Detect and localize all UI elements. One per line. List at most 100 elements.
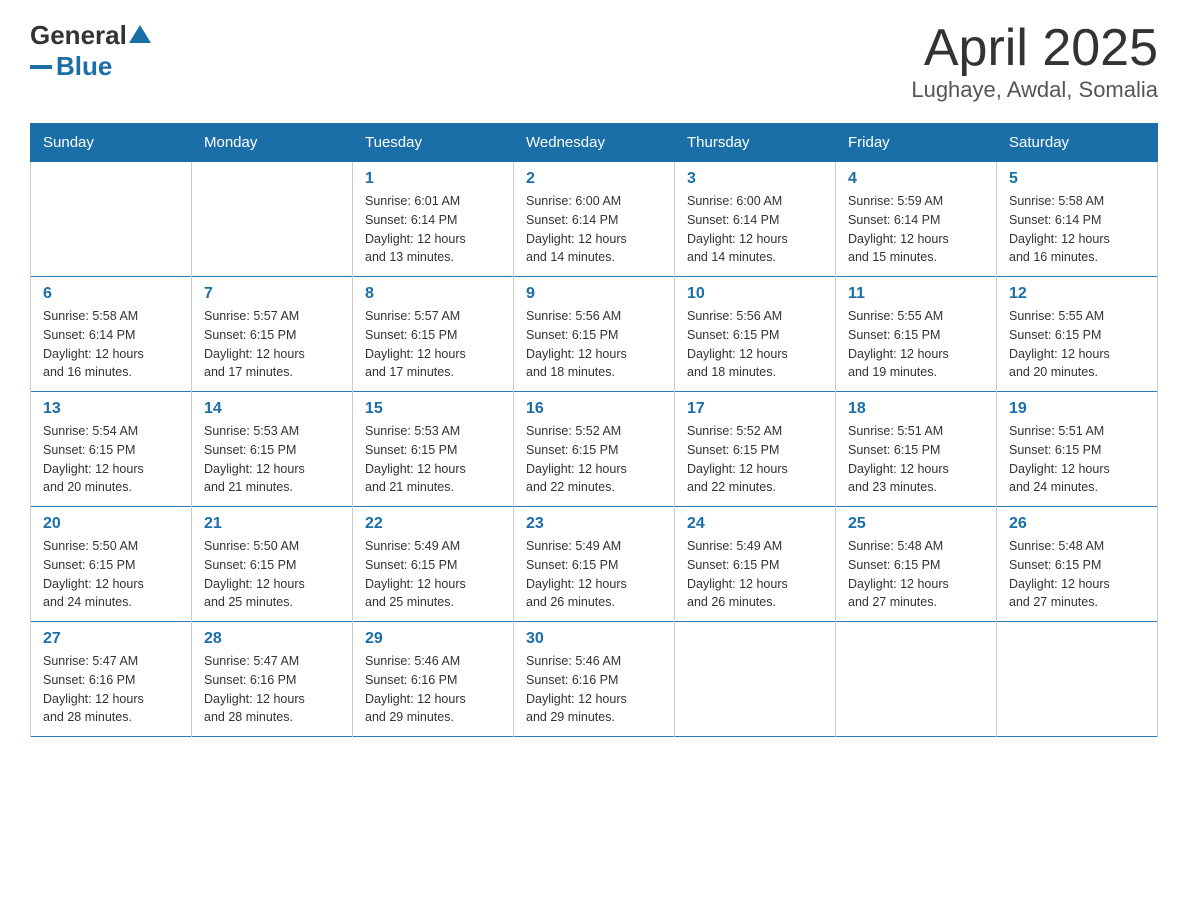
day-info: Sunrise: 5:55 AM Sunset: 6:15 PM Dayligh… xyxy=(1009,307,1145,382)
day-info: Sunrise: 6:01 AM Sunset: 6:14 PM Dayligh… xyxy=(365,192,501,267)
title-block: April 2025 Lughaye, Awdal, Somalia xyxy=(911,20,1158,103)
day-number: 11 xyxy=(848,285,984,303)
calendar-day-cell: 4 Sunrise: 5:59 AM Sunset: 6:14 PM Daylig… xyxy=(836,162,997,277)
day-info: Sunrise: 5:51 AM Sunset: 6:15 PM Dayligh… xyxy=(1009,422,1145,497)
day-number: 26 xyxy=(1009,515,1145,533)
day-info: Sunrise: 5:53 AM Sunset: 6:15 PM Dayligh… xyxy=(365,422,501,497)
calendar-day-cell: 7 Sunrise: 5:57 AM Sunset: 6:15 PM Daylig… xyxy=(192,277,353,392)
day-number: 15 xyxy=(365,400,501,418)
day-of-week-header: Thursday xyxy=(675,124,836,162)
day-number: 9 xyxy=(526,285,662,303)
calendar-header-row: SundayMondayTuesdayWednesdayThursdayFrid… xyxy=(31,124,1158,162)
day-number: 7 xyxy=(204,285,340,303)
day-number: 4 xyxy=(848,170,984,188)
calendar-day-cell: 16 Sunrise: 5:52 AM Sunset: 6:15 PM Dayli… xyxy=(514,392,675,507)
calendar-day-cell: 14 Sunrise: 5:53 AM Sunset: 6:15 PM Dayli… xyxy=(192,392,353,507)
day-number: 5 xyxy=(1009,170,1145,188)
calendar-day-cell: 20Sunrise: 5:50 AM Sunset: 6:15 PM Dayli… xyxy=(31,507,192,622)
day-info: Sunrise: 5:47 AM Sunset: 6:16 PM Dayligh… xyxy=(204,652,340,727)
day-info: Sunrise: 5:49 AM Sunset: 6:15 PM Dayligh… xyxy=(526,537,662,612)
calendar-day-cell: 3 Sunrise: 6:00 AM Sunset: 6:14 PM Daylig… xyxy=(675,162,836,277)
logo-general-text: General xyxy=(30,20,127,51)
day-of-week-header: Friday xyxy=(836,124,997,162)
calendar-table: SundayMondayTuesdayWednesdayThursdayFrid… xyxy=(30,123,1158,737)
calendar-day-cell: 10 Sunrise: 5:56 AM Sunset: 6:15 PM Dayli… xyxy=(675,277,836,392)
day-info: Sunrise: 5:49 AM Sunset: 6:15 PM Dayligh… xyxy=(687,537,823,612)
calendar-day-cell: 2Sunrise: 6:00 AM Sunset: 6:14 PM Daylig… xyxy=(514,162,675,277)
day-info: Sunrise: 5:56 AM Sunset: 6:15 PM Dayligh… xyxy=(687,307,823,382)
day-number: 3 xyxy=(687,170,823,188)
day-info: Sunrise: 6:00 AM Sunset: 6:14 PM Dayligh… xyxy=(526,192,662,267)
calendar-day-cell: 12 Sunrise: 5:55 AM Sunset: 6:15 PM Dayli… xyxy=(997,277,1158,392)
day-number: 17 xyxy=(687,400,823,418)
day-number: 22 xyxy=(365,515,501,533)
day-number: 29 xyxy=(365,630,501,648)
day-info: Sunrise: 5:52 AM Sunset: 6:15 PM Dayligh… xyxy=(526,422,662,497)
day-of-week-header: Wednesday xyxy=(514,124,675,162)
day-info: Sunrise: 5:54 AM Sunset: 6:15 PM Dayligh… xyxy=(43,422,179,497)
day-of-week-header: Tuesday xyxy=(353,124,514,162)
calendar-day-cell xyxy=(192,162,353,277)
day-of-week-header: Sunday xyxy=(31,124,192,162)
day-number: 13 xyxy=(43,400,179,418)
calendar-day-cell: 8Sunrise: 5:57 AM Sunset: 6:15 PM Daylig… xyxy=(353,277,514,392)
calendar-day-cell: 17Sunrise: 5:52 AM Sunset: 6:15 PM Dayli… xyxy=(675,392,836,507)
calendar-day-cell: 15 Sunrise: 5:53 AM Sunset: 6:15 PM Dayli… xyxy=(353,392,514,507)
calendar-day-cell xyxy=(31,162,192,277)
day-info: Sunrise: 5:50 AM Sunset: 6:15 PM Dayligh… xyxy=(204,537,340,612)
calendar-day-cell: 26 Sunrise: 5:48 AM Sunset: 6:15 PM Dayli… xyxy=(997,507,1158,622)
calendar-day-cell: 13 Sunrise: 5:54 AM Sunset: 6:15 PM Dayli… xyxy=(31,392,192,507)
logo-triangle-icon xyxy=(129,25,151,43)
day-info: Sunrise: 5:57 AM Sunset: 6:15 PM Dayligh… xyxy=(204,307,340,382)
day-info: Sunrise: 5:46 AM Sunset: 6:16 PM Dayligh… xyxy=(526,652,662,727)
day-of-week-header: Monday xyxy=(192,124,353,162)
day-number: 14 xyxy=(204,400,340,418)
calendar-day-cell: 23 Sunrise: 5:49 AM Sunset: 6:15 PM Dayli… xyxy=(514,507,675,622)
day-info: Sunrise: 5:51 AM Sunset: 6:15 PM Dayligh… xyxy=(848,422,984,497)
calendar-day-cell xyxy=(675,622,836,737)
calendar-day-cell: 27Sunrise: 5:47 AM Sunset: 6:16 PM Dayli… xyxy=(31,622,192,737)
day-number: 27 xyxy=(43,630,179,648)
calendar-day-cell: 6Sunrise: 5:58 AM Sunset: 6:14 PM Daylig… xyxy=(31,277,192,392)
calendar-day-cell: 19 Sunrise: 5:51 AM Sunset: 6:15 PM Dayli… xyxy=(997,392,1158,507)
day-number: 24 xyxy=(687,515,823,533)
calendar-day-cell xyxy=(836,622,997,737)
day-info: Sunrise: 5:48 AM Sunset: 6:15 PM Dayligh… xyxy=(1009,537,1145,612)
day-info: Sunrise: 5:59 AM Sunset: 6:14 PM Dayligh… xyxy=(848,192,984,267)
day-info: Sunrise: 5:49 AM Sunset: 6:15 PM Dayligh… xyxy=(365,537,501,612)
calendar-week-row: 1Sunrise: 6:01 AM Sunset: 6:14 PM Daylig… xyxy=(31,162,1158,277)
calendar-day-cell: 22 Sunrise: 5:49 AM Sunset: 6:15 PM Dayli… xyxy=(353,507,514,622)
day-number: 18 xyxy=(848,400,984,418)
day-info: Sunrise: 5:58 AM Sunset: 6:14 PM Dayligh… xyxy=(1009,192,1145,267)
day-info: Sunrise: 5:55 AM Sunset: 6:15 PM Dayligh… xyxy=(848,307,984,382)
day-info: Sunrise: 5:46 AM Sunset: 6:16 PM Dayligh… xyxy=(365,652,501,727)
calendar-week-row: 20Sunrise: 5:50 AM Sunset: 6:15 PM Dayli… xyxy=(31,507,1158,622)
calendar-day-cell: 11 Sunrise: 5:55 AM Sunset: 6:15 PM Dayli… xyxy=(836,277,997,392)
calendar-week-row: 27 Sunrise: 5:47 AM Sunset: 6:16 PM Dayli… xyxy=(31,622,1158,737)
logo: General Blue xyxy=(30,20,151,82)
calendar-day-cell: 9Sunrise: 5:56 AM Sunset: 6:15 PM Daylig… xyxy=(514,277,675,392)
day-number: 21 xyxy=(204,515,340,533)
calendar-day-cell: 28 Sunrise: 5:47 AM Sunset: 6:16 PM Dayli… xyxy=(192,622,353,737)
calendar-title: April 2025 xyxy=(911,20,1158,77)
day-number: 10 xyxy=(687,285,823,303)
day-number: 28 xyxy=(204,630,340,648)
day-number: 8 xyxy=(365,285,501,303)
day-info: Sunrise: 5:53 AM Sunset: 6:15 PM Dayligh… xyxy=(204,422,340,497)
calendar-week-row: 13 Sunrise: 5:54 AM Sunset: 6:15 PM Dayli… xyxy=(31,392,1158,507)
calendar-day-cell: 24 Sunrise: 5:49 AM Sunset: 6:15 PM Dayli… xyxy=(675,507,836,622)
day-number: 6 xyxy=(43,285,179,303)
page-header: General Blue April 2025 Lughaye, Awdal, … xyxy=(30,20,1158,103)
calendar-day-cell: 25Sunrise: 5:48 AM Sunset: 6:15 PM Dayli… xyxy=(836,507,997,622)
day-info: Sunrise: 5:50 AM Sunset: 6:15 PM Dayligh… xyxy=(43,537,179,612)
day-number: 25 xyxy=(848,515,984,533)
calendar-day-cell: 18 Sunrise: 5:51 AM Sunset: 6:15 PM Dayli… xyxy=(836,392,997,507)
day-number: 19 xyxy=(1009,400,1145,418)
day-number: 12 xyxy=(1009,285,1145,303)
day-number: 16 xyxy=(526,400,662,418)
calendar-day-cell xyxy=(997,622,1158,737)
day-number: 23 xyxy=(526,515,662,533)
calendar-day-cell: 29 Sunrise: 5:46 AM Sunset: 6:16 PM Dayli… xyxy=(353,622,514,737)
day-info: Sunrise: 6:00 AM Sunset: 6:14 PM Dayligh… xyxy=(687,192,823,267)
logo-blue-text: Blue xyxy=(56,51,112,82)
